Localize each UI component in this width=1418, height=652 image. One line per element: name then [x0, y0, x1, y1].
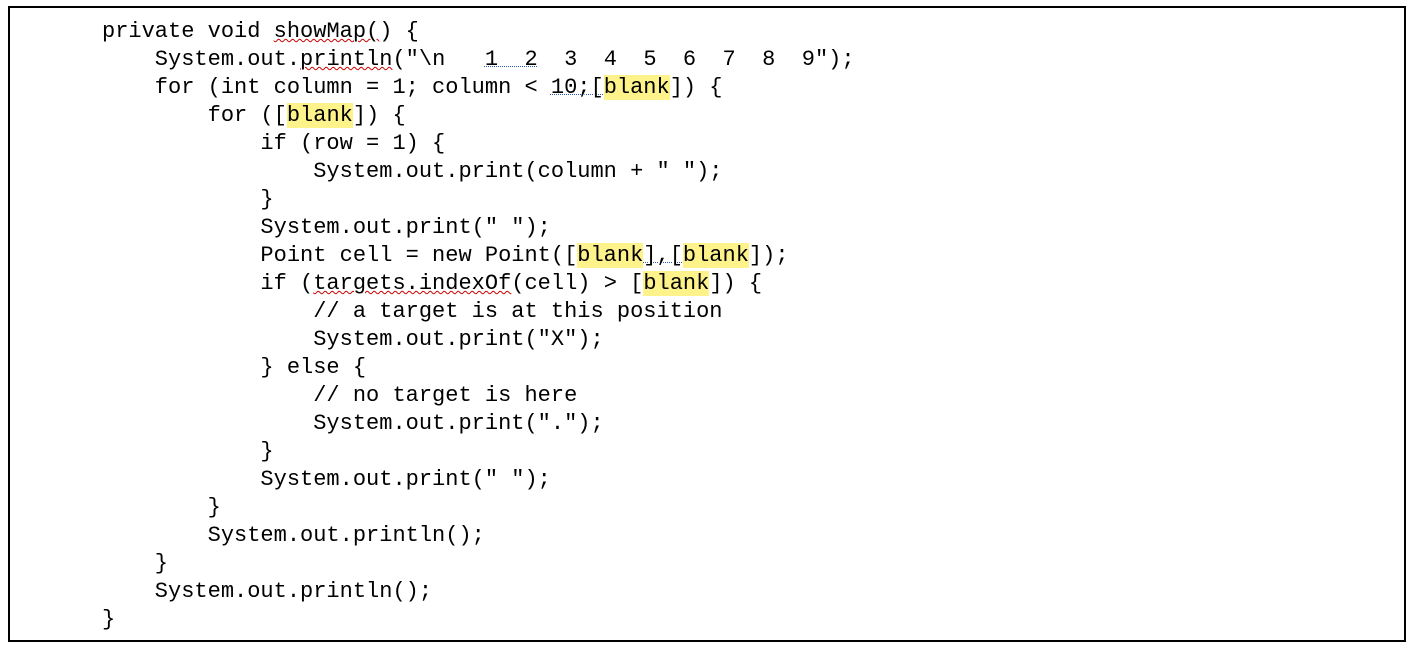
- num-underlined: 1 2: [485, 47, 538, 72]
- line-17: System.out.print(" ");: [102, 467, 551, 492]
- line-2: System.out.println("\n 1 2 3 4 5 6 7 8 9…: [102, 47, 855, 72]
- line-18: }: [102, 495, 221, 520]
- line-14: // no target is here: [102, 383, 577, 408]
- println-underlined: println: [300, 47, 392, 72]
- line-22: }: [102, 607, 115, 632]
- line-15: System.out.print(".");: [102, 411, 604, 436]
- blank-5: blank: [643, 271, 709, 296]
- line-12: System.out.print("X");: [102, 327, 604, 352]
- line-16: }: [102, 439, 274, 464]
- line-11: // a target is at this position: [102, 299, 723, 324]
- blank-2: blank: [287, 103, 353, 128]
- line-20: }: [102, 551, 168, 576]
- code-block: private void showMap() { System.out.prin…: [10, 18, 1404, 634]
- blank-1: blank: [604, 75, 670, 100]
- line-13: } else {: [102, 355, 366, 380]
- code-frame: private void showMap() { System.out.prin…: [8, 6, 1406, 642]
- line-4: for ([blank]) {: [102, 103, 406, 128]
- targets-underlined: targets.indexOf: [313, 271, 511, 296]
- line-21: System.out.println();: [102, 579, 432, 604]
- method-name: showMap(: [274, 19, 380, 44]
- line-19: System.out.println();: [102, 523, 485, 548]
- line-10: if (targets.indexOf(cell) > [blank]) {: [102, 271, 762, 296]
- line-7: }: [102, 187, 274, 212]
- line-3: for (int column = 1; column < 10;[blank]…: [102, 75, 723, 100]
- line-5: if (row = 1) {: [102, 131, 445, 156]
- blank-4: blank: [683, 243, 749, 268]
- line-8: System.out.print(" ");: [102, 215, 551, 240]
- blank-3: blank: [577, 243, 643, 268]
- comma-underlined: ],[: [643, 243, 683, 268]
- ten-underlined: 10;[: [551, 75, 604, 100]
- line-1: private void showMap() {: [102, 19, 419, 44]
- line-9: Point cell = new Point([blank],[blank]);: [102, 243, 789, 268]
- line-6: System.out.print(column + " ");: [102, 159, 723, 184]
